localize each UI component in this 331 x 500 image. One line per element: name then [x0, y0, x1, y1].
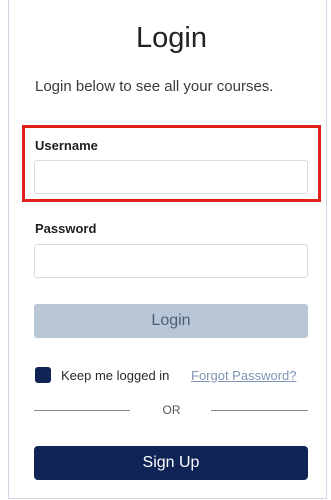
keep-logged-in-label: Keep me logged in — [61, 368, 170, 383]
sign-up-button[interactable]: Sign Up — [34, 446, 308, 480]
page-title: Login — [136, 22, 207, 54]
password-label: Password — [35, 221, 97, 236]
login-button[interactable]: Login — [34, 304, 308, 338]
password-field[interactable] — [34, 244, 308, 278]
forgot-password-link[interactable]: Forgot Password? — [191, 368, 297, 383]
login-subtitle: Login below to see all your courses. — [35, 78, 274, 95]
divider-line-right — [211, 410, 308, 411]
keep-logged-in-checkbox[interactable] — [35, 367, 51, 383]
username-label: Username — [35, 138, 98, 153]
username-field[interactable] — [34, 160, 308, 194]
